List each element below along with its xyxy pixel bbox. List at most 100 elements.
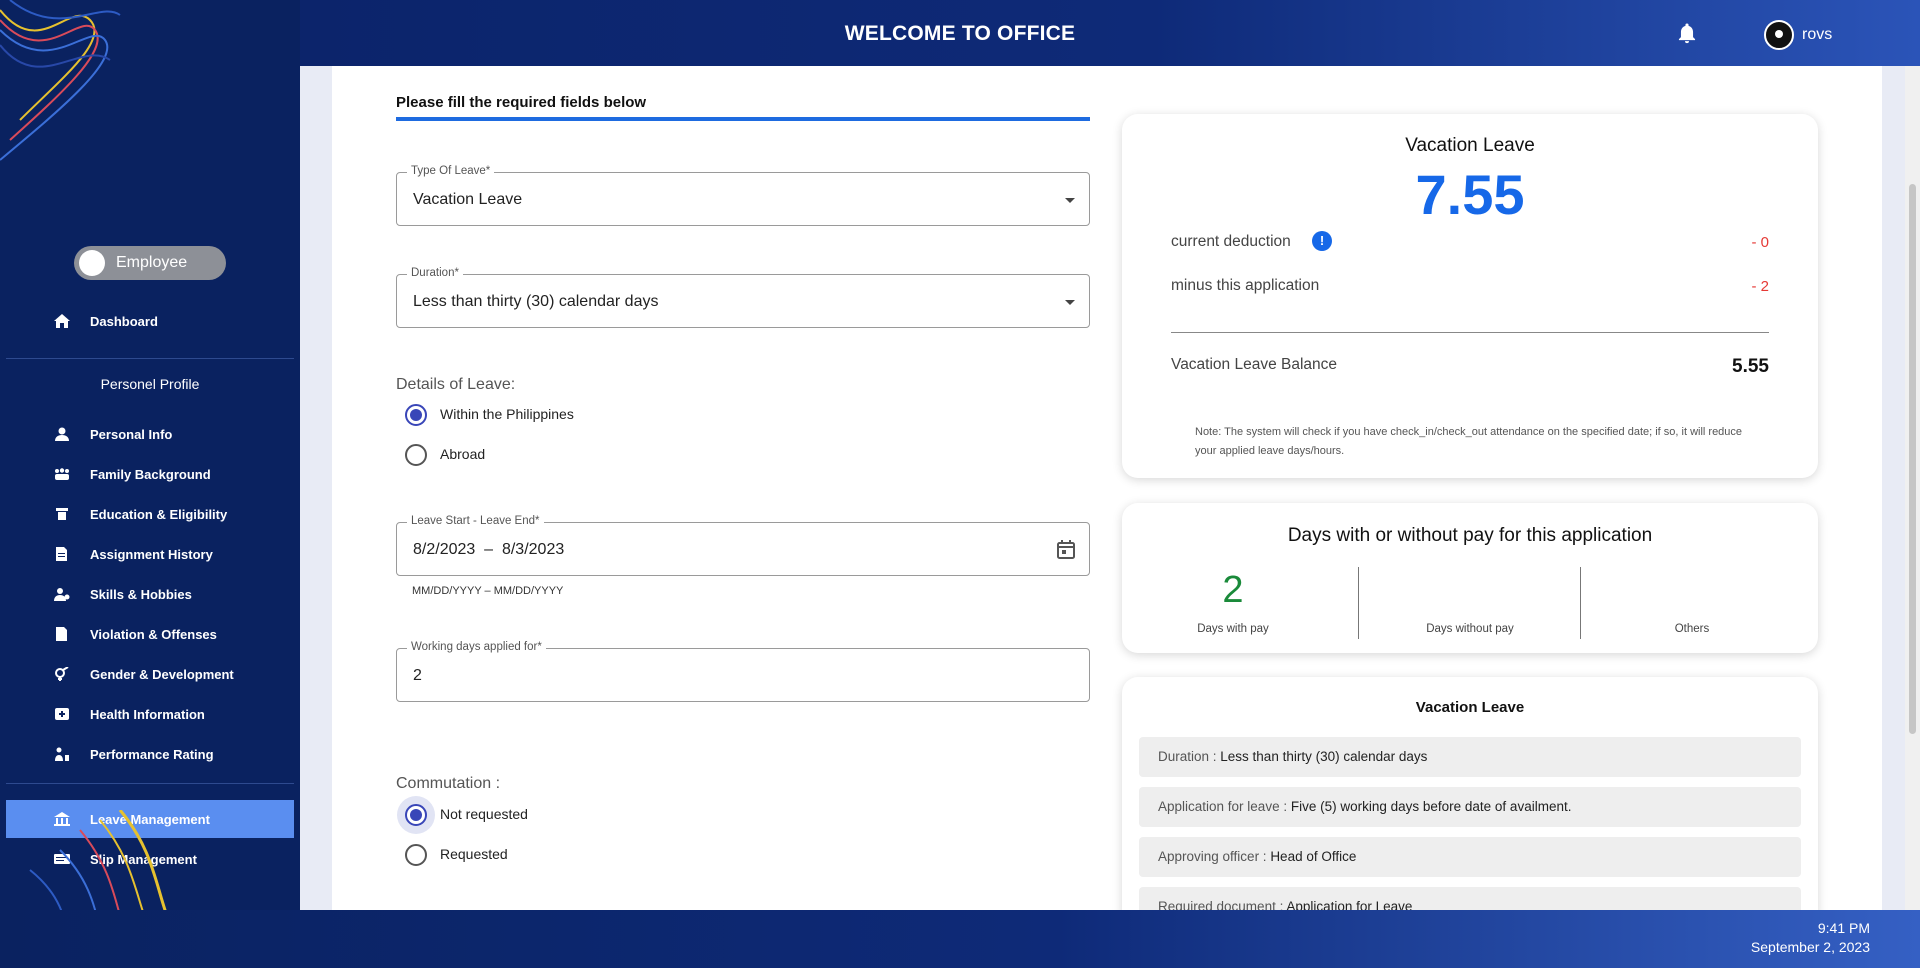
clock-time[interactable]: 9:41 PM (1818, 920, 1870, 936)
sidebar-item-label: Gender & Development (90, 667, 234, 682)
info-row: Approving officer : Head of Office (1139, 837, 1801, 877)
current-deduction-label: current deduction (1171, 233, 1291, 250)
sidebar-item-dashboard[interactable]: Dashboard (6, 302, 294, 340)
assignment-icon (56, 547, 67, 561)
radio-label[interactable]: Requested (440, 846, 508, 862)
sidebar-item-skills-hobbies[interactable]: Skills & Hobbies (6, 575, 294, 613)
date-format-hint: MM/DD/YYYY – MM/DD/YYYY (412, 585, 564, 597)
sidebar-item-label: Violation & Offenses (90, 627, 217, 642)
form-heading: Please fill the required fields below (396, 94, 647, 111)
radio-abroad[interactable] (405, 444, 427, 466)
sidebar-item-family-background[interactable]: Family Background (6, 455, 294, 493)
form-heading-underline (396, 117, 1090, 121)
info-key: Duration : (1158, 749, 1221, 764)
education-icon (56, 508, 68, 520)
info-card-title: Vacation Leave (1415, 699, 1525, 716)
role-toggle-label: Employee (116, 254, 188, 271)
sidebar-item-health-information[interactable]: Health Information (6, 695, 294, 733)
scrollbar[interactable] (1905, 66, 1920, 910)
sidebar-item-label: Education & Eligibility (90, 507, 228, 522)
days-without-pay-column: Days without pay (1359, 567, 1581, 639)
chevron-down-icon (1065, 198, 1075, 203)
sidebar-item-gender-development[interactable]: Gender & Development (6, 655, 294, 693)
scrollbar-thumb[interactable] (1909, 184, 1916, 734)
sidebar-item-label: Family Background (90, 467, 211, 482)
role-toggle[interactable]: Employee (74, 246, 226, 280)
field-label: Type Of Leave* (407, 165, 495, 177)
attendance-note: Note: The system will check if you have … (1195, 426, 1743, 457)
working-days-input[interactable]: Working days applied for* 2 (396, 641, 1090, 702)
toggle-knob (79, 250, 105, 276)
gender-icon (55, 667, 69, 681)
sidebar-item-assignment-history[interactable]: Assignment History (6, 535, 294, 573)
current-balance: 7.55 (1415, 163, 1525, 226)
radio-within-philippines[interactable] (405, 404, 427, 426)
current-deduction-value: - 0 (1751, 234, 1769, 251)
info-icon[interactable]: ! (1312, 231, 1332, 251)
sidebar-item-personal-info[interactable]: Personal Info (6, 415, 294, 453)
username[interactable]: rovs (1802, 26, 1832, 44)
days-with-pay-column: 2 Days with pay (1122, 567, 1344, 639)
avatar[interactable] (1764, 20, 1794, 50)
minus-application-value: - 2 (1751, 278, 1769, 295)
sidebar-divider (6, 358, 294, 359)
skills-icon (54, 588, 70, 601)
pay-breakdown-card: Days with or without pay for this applic… (1122, 503, 1818, 653)
sidebar-item-performance-rating[interactable]: Performance Rating (6, 735, 294, 773)
clock-date[interactable]: September 2, 2023 (1751, 939, 1870, 955)
info-key: Approving officer : (1158, 849, 1271, 864)
violation-icon (56, 627, 67, 641)
balance-card-title: Vacation Leave (1405, 135, 1535, 156)
sidebar-item-label: Health Information (90, 707, 205, 722)
days-with-pay-value: 2 (1222, 569, 1244, 611)
radio-label[interactable]: Within the Philippines (440, 406, 574, 422)
bell-icon[interactable] (1676, 22, 1698, 46)
days-with-pay-label: Days with pay (1197, 623, 1269, 635)
field-value: 2 (413, 667, 422, 684)
field-value: Vacation Leave (413, 191, 523, 208)
sidebar-item-education[interactable]: Education & Eligibility (6, 495, 294, 533)
type-of-leave-select[interactable]: Type Of Leave* Vacation Leave (396, 165, 1090, 226)
radio-requested[interactable] (405, 844, 427, 866)
field-value: 8/2/2023 – 8/3/2023 (413, 541, 565, 558)
details-of-leave-label: Details of Leave: (396, 376, 516, 393)
balance-label: Vacation Leave Balance (1171, 356, 1338, 373)
sidebar-item-label: Personal Info (90, 427, 173, 442)
sidebar-section-title: Personel Profile (100, 376, 200, 392)
others-column: Others (1581, 567, 1803, 639)
health-icon (55, 708, 69, 720)
leave-balance-card: Vacation Leave 7.55 current deduction ! … (1122, 114, 1818, 478)
sidebar-item-label: Skills & Hobbies (90, 587, 192, 602)
balance-divider (1171, 332, 1769, 333)
field-value: Less than thirty (30) calendar days (413, 293, 659, 310)
home-icon (54, 314, 70, 328)
info-key: Application for leave : (1158, 799, 1291, 814)
sidebar-item-label: Assignment History (90, 547, 213, 562)
radio-label[interactable]: Abroad (440, 446, 485, 462)
commutation-label: Commutation : (396, 775, 501, 792)
info-value: Five (5) working days before date of ava… (1290, 799, 1572, 814)
minus-application-label: minus this application (1171, 277, 1320, 294)
sidebar-divider (6, 783, 294, 784)
others-label: Others (1674, 623, 1710, 635)
radio-not-requested[interactable] (405, 804, 427, 826)
sidebar-item-label: Performance Rating (90, 747, 214, 762)
sidebar-item-label: Dashboard (90, 314, 158, 329)
info-row: Duration : Less than thirty (30) calenda… (1139, 737, 1801, 777)
leave-date-range-input[interactable]: Leave Start - Leave End* 8/2/2023 – 8/3/… (396, 515, 1090, 576)
radio-label[interactable]: Not requested (440, 806, 528, 822)
info-row: Application for leave : Five (5) working… (1139, 787, 1801, 827)
sidebar: Employee Dashboard Personel Profile Pers… (0, 0, 300, 968)
decorative-wave-top (0, 0, 121, 161)
days-without-pay-label: Days without pay (1426, 623, 1514, 635)
duration-select[interactable]: Duration* Less than thirty (30) calendar… (396, 267, 1090, 328)
info-value: Head of Office (1270, 849, 1357, 864)
chevron-down-icon (1065, 300, 1075, 305)
calendar-icon[interactable] (1057, 540, 1075, 559)
field-label: Leave Start - Leave End* (407, 515, 544, 527)
balance-value: 5.55 (1732, 356, 1769, 377)
leave-info-card: Vacation Leave Duration : Less than thir… (1122, 677, 1818, 917)
sidebar-item-violation-offenses[interactable]: Violation & Offenses (6, 615, 294, 653)
info-value: Less than thirty (30) calendar days (1220, 749, 1428, 764)
family-icon (55, 468, 69, 480)
